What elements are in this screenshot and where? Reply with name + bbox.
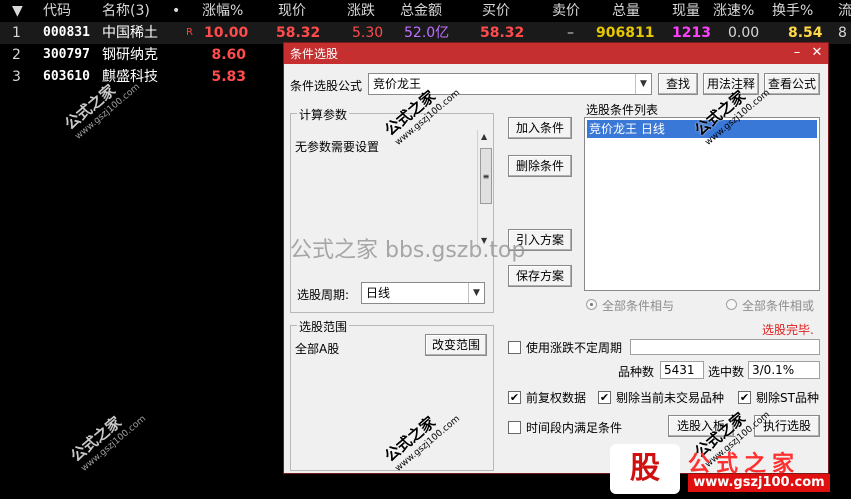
adjust-price-label: 前复权数据 xyxy=(526,391,587,405)
stock-bid: 58.32 xyxy=(480,25,525,41)
stock-pct: 5.83 xyxy=(211,69,246,85)
params-group: 计算参数 无参数需要设置 ▲ ≡ ▼ 选股周期: 日线 ▼ xyxy=(290,106,494,313)
close-icon[interactable]: ✕ xyxy=(808,44,826,62)
dialog-title: 条件选股 xyxy=(290,47,339,61)
selected-label: 选中数 xyxy=(708,365,745,379)
stock-name: 中国稀土 xyxy=(102,25,158,41)
stock-pct: 8.60 xyxy=(211,47,246,63)
period-value: 日线 xyxy=(366,286,391,300)
radio-all-or[interactable] xyxy=(726,299,737,310)
params-group-title: 计算参数 xyxy=(297,106,350,123)
conditions-listbox[interactable]: 竞价龙王 日线 xyxy=(584,117,820,291)
conditions-list-title: 选股条件列表 xyxy=(586,103,659,117)
view-formula-button[interactable]: 查看公式 xyxy=(764,73,820,95)
select-to-block-button[interactable]: 选股入板 xyxy=(668,415,734,437)
usage-note-button[interactable]: 用法注释 xyxy=(703,73,759,95)
stock-grid-header: ▼ 代码 名称(3) • 涨幅% 现价 涨跌 总金额 买价 卖价 总量 现量 涨… xyxy=(0,0,851,22)
params-text: 无参数需要设置 xyxy=(295,140,380,154)
stock-name: 钢研纳克 xyxy=(102,47,158,63)
table-row[interactable]: 1 000831 中国稀土 R 10.00 58.32 5.30 52.0亿 5… xyxy=(0,22,851,44)
stock-flag: R xyxy=(186,27,193,38)
status-text: 选股完毕. xyxy=(762,323,814,337)
col-header-volume[interactable]: 总量 xyxy=(612,0,640,22)
radio-all-and[interactable] xyxy=(586,299,597,310)
range-value: 全部A股 xyxy=(295,342,340,356)
row-index: 1 xyxy=(12,25,21,41)
stock-ask: – xyxy=(567,25,574,41)
use-period-checkbox[interactable] xyxy=(508,341,521,354)
site-logo: 股 公式之家 www.gszj100.com xyxy=(610,444,830,494)
period-select[interactable]: 日线 ▼ xyxy=(361,282,485,304)
col-header-dot: • xyxy=(172,3,181,19)
use-period-label: 使用涨跌不定周期 xyxy=(526,341,623,355)
stock-speed: 0.00 xyxy=(728,25,760,41)
list-item[interactable]: 竞价龙王 日线 xyxy=(587,120,817,138)
remove-st-label: 剔除ST品种 xyxy=(756,391,819,405)
chevron-down-icon[interactable]: ▼ xyxy=(635,74,651,94)
col-header-extra[interactable]: 流 xyxy=(838,0,851,22)
dialog-titlebar[interactable]: 条件选股 – ✕ xyxy=(284,43,828,64)
formula-value: 竞价龙王 xyxy=(373,77,422,91)
formula-label: 条件选股公式 xyxy=(290,79,363,93)
add-condition-button[interactable]: 加入条件 xyxy=(508,117,572,139)
col-header-ask[interactable]: 卖价 xyxy=(552,0,580,22)
delete-condition-button[interactable]: 删除条件 xyxy=(508,155,572,177)
logo-icon: 股 xyxy=(610,444,680,494)
sort-down-icon[interactable]: ▼ xyxy=(12,0,23,22)
stock-amount: 52.0亿 xyxy=(404,25,450,41)
watermark: 公式之家 www.gszj100.com xyxy=(67,412,148,474)
stock-code: 603610 xyxy=(43,69,90,84)
stock-current-volume: 1213 xyxy=(672,25,711,41)
period-input[interactable] xyxy=(630,339,820,355)
logo-brand: 公式之家 xyxy=(688,452,801,477)
col-header-pct[interactable]: 涨幅% xyxy=(202,0,243,22)
stock-price: 58.32 xyxy=(276,25,321,41)
row-index: 2 xyxy=(12,47,21,63)
adjust-price-checkbox[interactable]: ✔ xyxy=(508,391,521,404)
watermark-center: 公式之家 bbs.gszb.top xyxy=(290,238,526,263)
change-range-button[interactable]: 改变范围 xyxy=(425,334,487,356)
selected-field: 3/0.1% xyxy=(748,361,820,379)
period-label: 选股周期: xyxy=(297,288,350,302)
range-group: 选股范围 全部A股 改变范围 xyxy=(290,318,494,471)
col-header-code[interactable]: 代码 xyxy=(43,0,71,22)
remove-st-checkbox[interactable]: ✔ xyxy=(738,391,751,404)
time-range-label: 时间段内满足条件 xyxy=(526,421,623,435)
col-header-speed[interactable]: 涨速% xyxy=(713,0,754,22)
stock-code: 300797 xyxy=(43,47,90,62)
col-header-turnover[interactable]: 换手% xyxy=(772,0,813,22)
stock-volume: 906811 xyxy=(596,25,655,41)
logo-url: www.gszj100.com xyxy=(688,474,830,492)
stock-pct: 10.00 xyxy=(204,25,249,41)
stock-extra: 8 xyxy=(838,25,847,41)
stock-name: 麒盛科技 xyxy=(102,69,158,85)
minimize-icon[interactable]: – xyxy=(788,44,806,62)
count-label: 品种数 xyxy=(618,365,655,379)
scroll-thumb[interactable]: ≡ xyxy=(480,148,492,204)
range-group-title: 选股范围 xyxy=(297,318,350,335)
formula-select[interactable]: 竞价龙王 ▼ xyxy=(368,73,652,95)
stock-change: 5.30 xyxy=(352,25,384,41)
remove-untraded-label: 剔除当前未交易品种 xyxy=(616,391,725,405)
row-index: 3 xyxy=(12,69,21,85)
scroll-up-icon[interactable]: ▲ xyxy=(481,132,487,141)
time-range-checkbox[interactable] xyxy=(508,421,521,434)
chevron-down-icon[interactable]: ▼ xyxy=(468,283,484,303)
stock-turnover: 8.54 xyxy=(788,25,823,41)
execute-select-button[interactable]: 执行选股 xyxy=(754,415,820,437)
col-header-price[interactable]: 现价 xyxy=(278,0,306,22)
radio-all-and-label: 全部条件相与 xyxy=(602,299,675,313)
count-field: 5431 xyxy=(660,361,704,379)
radio-all-or-label: 全部条件相或 xyxy=(742,299,815,313)
save-plan-button[interactable]: 保存方案 xyxy=(508,265,572,287)
col-header-amount[interactable]: 总金额 xyxy=(400,0,442,22)
col-header-bid[interactable]: 买价 xyxy=(482,0,510,22)
col-header-change[interactable]: 涨跌 xyxy=(347,0,375,22)
col-header-name[interactable]: 名称(3) xyxy=(102,0,150,22)
col-header-current-vol[interactable]: 现量 xyxy=(672,0,700,22)
stock-code: 000831 xyxy=(43,25,90,40)
remove-untraded-checkbox[interactable]: ✔ xyxy=(598,391,611,404)
find-button[interactable]: 查找 xyxy=(658,73,698,95)
